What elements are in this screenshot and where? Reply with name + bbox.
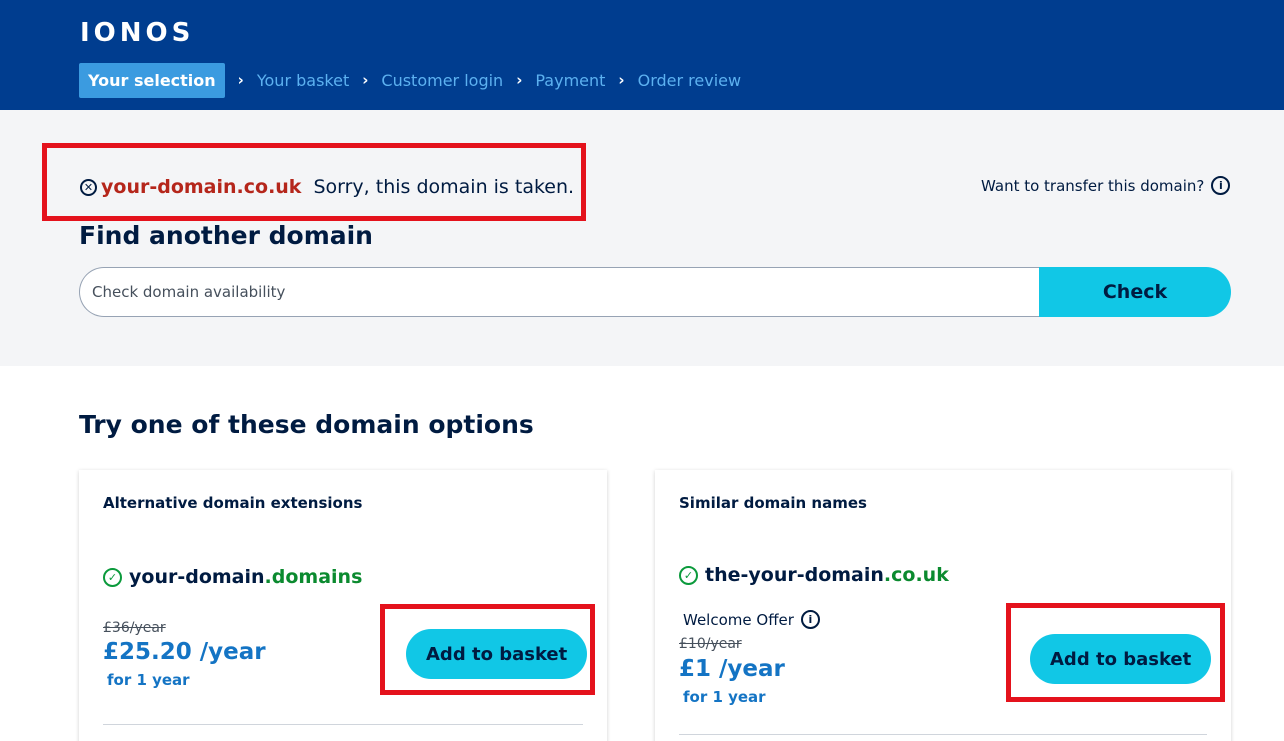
chevron-right-icon: ›	[618, 71, 625, 89]
domain-tld: .domains	[264, 566, 363, 588]
card-title: Alternative domain extensions	[103, 494, 363, 512]
welcome-offer-text: Welcome Offer	[683, 610, 794, 629]
step-order-review[interactable]: Order review	[638, 71, 741, 90]
check-circle-icon: ✓	[103, 567, 122, 587]
domain-tld: .co.uk	[883, 564, 949, 586]
price-period: for 1 year	[107, 671, 190, 689]
info-icon[interactable]: i	[800, 610, 820, 629]
ionos-logo[interactable]: IONOS	[80, 18, 194, 48]
old-price: £36/year	[103, 620, 166, 636]
check-button[interactable]: Check	[1039, 267, 1231, 317]
suggested-domain: ✓ your-domain .domains	[103, 566, 362, 588]
chevron-right-icon: ›	[516, 71, 523, 89]
check-circle-icon: ✓	[679, 565, 698, 585]
options-title: Try one of these domain options	[79, 410, 534, 439]
chevron-right-icon: ›	[237, 71, 244, 89]
divider	[679, 734, 1207, 735]
transfer-domain-link[interactable]: Want to transfer this domain? i	[981, 176, 1231, 195]
current-price: £1 /year	[679, 656, 785, 682]
divider	[103, 724, 583, 725]
old-price: £10/year	[679, 636, 742, 652]
step-payment[interactable]: Payment	[535, 71, 605, 90]
card-title: Similar domain names	[679, 494, 867, 512]
chevron-right-icon: ›	[362, 71, 369, 89]
highlight-box-add-2	[1006, 603, 1225, 702]
current-price: £25.20 /year	[103, 639, 266, 665]
step-your-basket[interactable]: Your basket	[257, 71, 349, 90]
info-icon[interactable]: i	[1211, 176, 1231, 195]
checkout-steps: Your selection › Your basket › Customer …	[79, 62, 741, 98]
highlight-box-add-1	[380, 604, 595, 695]
highlight-box-taken	[42, 143, 586, 221]
find-domain-title: Find another domain	[79, 221, 373, 250]
price-period: for 1 year	[683, 688, 766, 706]
step-customer-login[interactable]: Customer login	[381, 71, 503, 90]
step-your-selection[interactable]: Your selection	[79, 62, 225, 98]
domain-name: your-domain	[129, 566, 265, 588]
transfer-domain-text: Want to transfer this domain?	[981, 176, 1205, 195]
domain-name: the-your-domain	[705, 564, 884, 586]
top-header: IONOS Your selection › Your basket › Cus…	[0, 0, 1284, 110]
welcome-offer: Welcome Offer i	[683, 610, 820, 629]
suggested-domain: ✓ the-your-domain .co.uk	[679, 564, 949, 586]
domain-search-input[interactable]	[79, 267, 1044, 317]
